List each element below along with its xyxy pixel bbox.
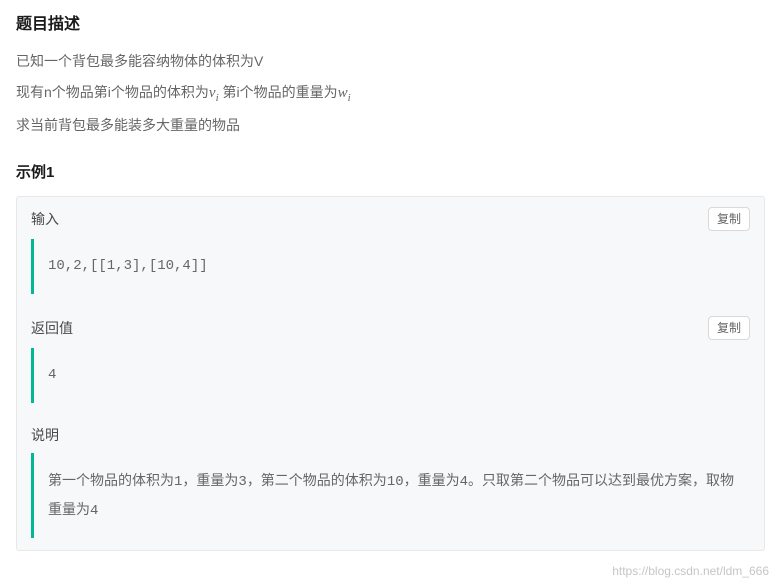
input-content: 10,2,[[1,3],[10,4]] <box>31 239 750 294</box>
desc-line-3: 求当前背包最多能装多大重量的物品 <box>16 112 765 139</box>
input-label: 输入 <box>31 209 59 229</box>
explain-header: 说明 <box>17 415 764 453</box>
output-header: 返回值 复制 <box>17 306 764 348</box>
problem-description: 已知一个背包最多能容纳物体的体积为V 现有n个物品第i个物品的体积为vi 第i个… <box>16 48 765 139</box>
watermark-text: https://blog.csdn.net/ldm_666 <box>612 564 769 578</box>
desc-line-2: 现有n个物品第i个物品的体积为vi 第i个物品的重量为wi <box>16 79 765 109</box>
example-title: 示例1 <box>16 161 765 182</box>
copy-button-input[interactable]: 复制 <box>708 207 750 231</box>
explain-content: 第一个物品的体积为1，重量为3，第二个物品的体积为10，重量为4。只取第二个物品… <box>31 453 750 538</box>
explain-label: 说明 <box>31 425 59 445</box>
output-content: 4 <box>31 348 750 403</box>
problem-content: 题目描述 已知一个背包最多能容纳物体的体积为V 现有n个物品第i个物品的体积为v… <box>0 0 781 551</box>
example-block: 输入 复制 10,2,[[1,3],[10,4]] 返回值 复制 4 说明 第一… <box>16 196 765 551</box>
copy-button-output[interactable]: 复制 <box>708 316 750 340</box>
desc-line-1: 已知一个背包最多能容纳物体的体积为V <box>16 48 765 75</box>
output-label: 返回值 <box>31 318 73 338</box>
problem-title: 题目描述 <box>16 10 765 34</box>
math-w-i: wi <box>338 85 351 101</box>
math-v-i: vi <box>209 85 219 101</box>
input-header: 输入 复制 <box>17 197 764 239</box>
